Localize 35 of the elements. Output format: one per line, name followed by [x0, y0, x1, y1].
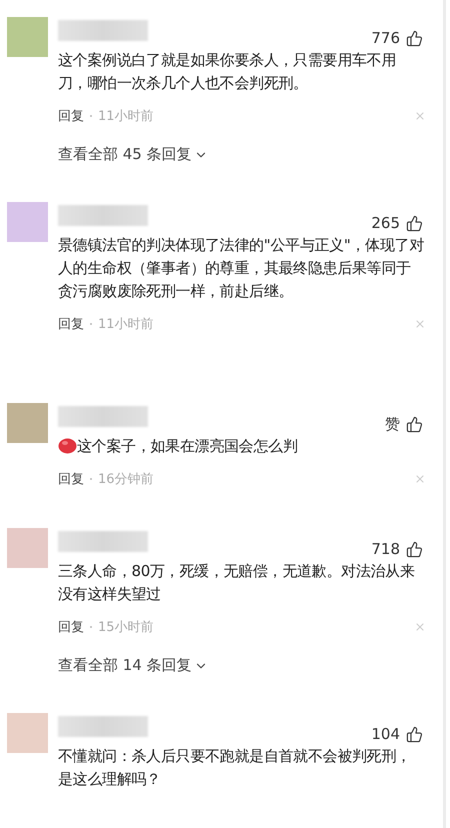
reply-link[interactable]: 回复 — [58, 315, 84, 333]
emoji-icon — [58, 437, 77, 454]
reply-link[interactable]: 回复 — [58, 107, 84, 125]
timestamp: 15小时前 — [98, 619, 154, 636]
comment-text: 这个案例说白了就是如果你要杀人，只需要用车不用刀，哪怕一次杀几个人也不会判死刑。 — [58, 50, 398, 94]
thumbs-up-icon[interactable] — [406, 416, 423, 432]
comment-text: 三条人命，80万，死缓，无赔偿，无道歉。对法治从来没有这样失望过 — [58, 561, 416, 605]
reply-link[interactable]: 回复 — [58, 618, 84, 636]
like-count: 718 — [371, 540, 400, 558]
thumbs-up-icon[interactable] — [406, 214, 423, 232]
avatar[interactable] — [7, 528, 48, 568]
view-replies-button[interactable]: 查看全部 45 条回复 — [58, 145, 208, 164]
close-icon[interactable] — [414, 110, 426, 122]
thumbs-up-icon[interactable] — [406, 30, 423, 46]
close-icon[interactable] — [414, 621, 426, 633]
timestamp: 11小时前 — [98, 108, 154, 125]
like-count: 776 — [371, 29, 400, 47]
close-icon[interactable] — [414, 473, 426, 485]
avatar[interactable] — [7, 17, 48, 57]
like-count: 104 — [371, 725, 400, 743]
thumbs-up-icon[interactable] — [406, 540, 423, 558]
comment-text: 不懂就问：杀人后只要不跑就是自首就不会被判死刑，是这么理解吗？ — [58, 746, 412, 790]
timestamp: 11小时前 — [98, 316, 154, 333]
like-count: 265 — [371, 214, 400, 232]
avatar[interactable] — [7, 202, 48, 242]
comment-text: 这个案子，如果在漂亮国会怎么判 — [58, 435, 424, 458]
comment-text: 景德镇法官的判决体现了法律的"公平与正义"，体现了对人的生命权（肇事者）的尊重，其最终隐患后果等同于贪污腐败废除死刑一样，前赴后继。 — [58, 235, 424, 302]
reply-link[interactable]: 回复 — [58, 470, 84, 488]
thumbs-up-icon[interactable] — [406, 726, 423, 742]
close-icon[interactable] — [414, 318, 426, 330]
like-count: 赞 — [385, 414, 400, 434]
timestamp: 16分钟前 — [98, 471, 154, 488]
avatar[interactable] — [7, 403, 48, 443]
avatar[interactable] — [7, 713, 48, 753]
view-replies-button[interactable]: 查看全部 14 条回复 — [58, 656, 208, 675]
